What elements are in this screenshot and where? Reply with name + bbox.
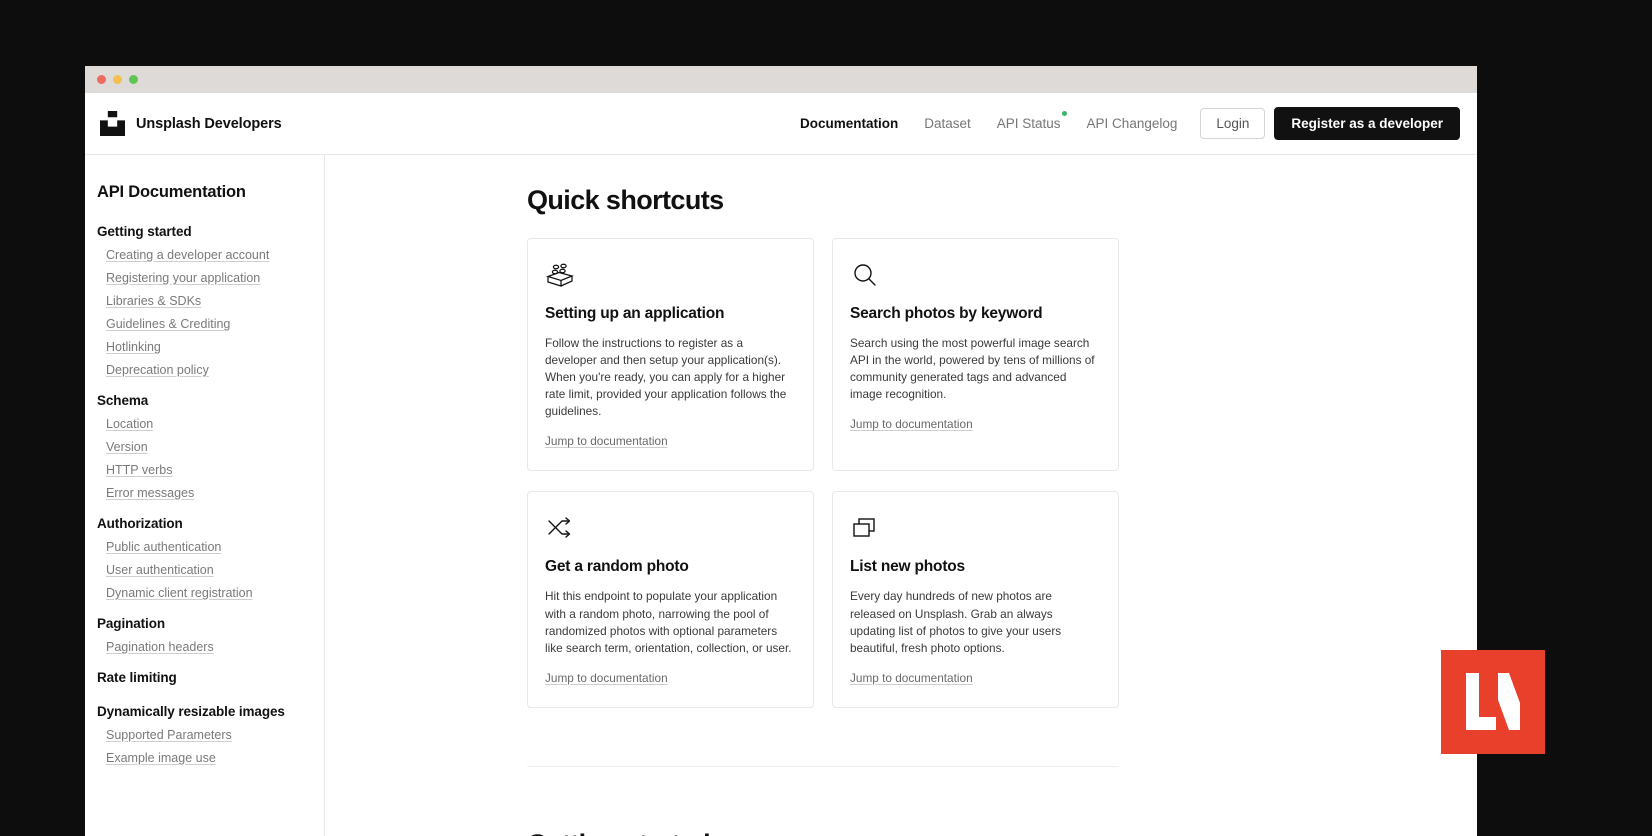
nav-item-dataset[interactable]: Dataset	[911, 116, 984, 131]
sidebar-group-title: Rate limiting	[97, 670, 177, 685]
card-description: Search using the most powerful image sea…	[850, 336, 1095, 402]
screen: Unsplash Developers Documentation Datase…	[0, 0, 1652, 836]
sidebar-link-example-image-use[interactable]: Example image use	[106, 751, 324, 765]
stacked-photos-icon	[850, 514, 1099, 544]
register-as-developer-button[interactable]: Register as a developer	[1274, 107, 1460, 140]
window-titlebar	[85, 66, 1477, 93]
card-list-new-photos[interactable]: List new photos Every day hundreds of ne…	[832, 491, 1119, 708]
jump-to-documentation-link[interactable]: Jump to documentation	[545, 434, 668, 448]
sidebar-link-dynamic-client-registration[interactable]: Dynamic client registration	[106, 586, 324, 600]
shuffle-icon	[545, 514, 794, 544]
sidebar-link-version[interactable]: Version	[106, 440, 324, 454]
sidebar-group-title: Getting started	[97, 224, 192, 239]
site-header: Unsplash Developers Documentation Datase…	[85, 93, 1477, 155]
sidebar-group-getting-started: Getting started Creating a developer acc…	[97, 224, 324, 377]
sidebar-link-supported-parameters[interactable]: Supported Parameters	[106, 728, 324, 742]
sidebar-link-hotlinking[interactable]: Hotlinking	[106, 340, 324, 354]
card-setting-up-an-application[interactable]: Setting up an application Follow the ins…	[527, 238, 814, 472]
sidebar-link-registering-your-application[interactable]: Registering your application	[106, 271, 324, 285]
sidebar-group-pagination: Pagination Pagination headers	[97, 616, 324, 654]
brand-logo[interactable]: Unsplash Developers	[100, 111, 282, 136]
section-title-getting-started: Getting started	[527, 829, 1119, 836]
jump-to-documentation-link[interactable]: Jump to documentation	[545, 671, 668, 685]
card-search-photos-by-keyword[interactable]: Search photos by keyword Search using th…	[832, 238, 1119, 472]
page-title: Quick shortcuts	[527, 185, 724, 215]
sidebar-link-libraries-and-sdks[interactable]: Libraries & SDKs	[106, 294, 324, 308]
sidebar-link-guidelines-and-crediting[interactable]: Guidelines & Crediting	[106, 317, 324, 331]
status-dot-icon	[1061, 111, 1067, 116]
sidebar-group-dynamically-resizable-images: Dynamically resizable images Supported P…	[97, 704, 324, 765]
nav-item-api-status[interactable]: API Status	[984, 111, 1074, 131]
page-content: API Documentation Getting started Creati…	[85, 155, 1477, 836]
sidebar-link-deprecation-policy[interactable]: Deprecation policy	[106, 363, 324, 377]
jump-to-documentation-link[interactable]: Jump to documentation	[850, 417, 973, 431]
sidebar-group-schema: Schema Location Version HTTP verbs Error…	[97, 393, 324, 500]
sidebar-link-public-authentication[interactable]: Public authentication	[106, 540, 324, 554]
maximize-window-button[interactable]	[129, 75, 138, 84]
sidebar-group-authorization: Authorization Public authentication User…	[97, 516, 324, 600]
login-button[interactable]: Login	[1200, 108, 1266, 139]
sidebar: API Documentation Getting started Creati…	[85, 155, 325, 836]
sidebar-link-http-verbs[interactable]: HTTP verbs	[106, 463, 324, 477]
sidebar-link-creating-a-developer-account[interactable]: Creating a developer account	[106, 248, 324, 262]
sidebar-title: API Documentation	[97, 183, 246, 201]
card-title: Setting up an application	[545, 305, 725, 322]
ln-monogram-icon	[1466, 673, 1520, 730]
unsplash-logo-icon	[100, 111, 125, 136]
traffic-lights	[97, 75, 138, 84]
main-column: Quick shortcuts Setting up an applicatio…	[325, 155, 1477, 836]
brand-name: Unsplash Developers	[136, 115, 282, 132]
sidebar-group-title: Schema	[97, 393, 149, 408]
card-description: Every day hundreds of new photos are rel…	[850, 589, 1062, 655]
sidebar-link-pagination-headers[interactable]: Pagination headers	[106, 640, 324, 654]
nav-item-documentation[interactable]: Documentation	[787, 116, 911, 131]
nav-item-api-changelog[interactable]: API Changelog	[1074, 116, 1191, 131]
card-description: Hit this endpoint to populate your appli…	[545, 589, 792, 655]
minimize-window-button[interactable]	[113, 75, 122, 84]
main-nav: Documentation Dataset API Status API Cha…	[787, 107, 1460, 140]
sidebar-group-rate-limiting: Rate limiting	[97, 670, 324, 685]
card-title: Get a random photo	[545, 558, 689, 576]
ln-watermark-badge	[1441, 650, 1545, 754]
magnifying-glass-icon	[850, 261, 1099, 291]
sidebar-link-user-authentication[interactable]: User authentication	[106, 563, 324, 577]
section-divider	[527, 765, 1119, 767]
sidebar-link-location[interactable]: Location	[106, 417, 324, 431]
card-title: Search photos by keyword	[850, 305, 1043, 322]
jump-to-documentation-link[interactable]: Jump to documentation	[850, 671, 973, 685]
sidebar-group-title: Authorization	[97, 516, 183, 531]
lego-brick-icon	[545, 261, 794, 291]
nav-item-api-status-label: API Status	[996, 116, 1061, 131]
card-get-a-random-photo[interactable]: Get a random photo Hit this endpoint to …	[527, 491, 814, 708]
browser-window: Unsplash Developers Documentation Datase…	[85, 66, 1477, 836]
card-description: Follow the instructions to register as a…	[545, 336, 787, 419]
sidebar-group-title: Dynamically resizable images	[97, 704, 285, 719]
card-title: List new photos	[850, 558, 965, 576]
close-window-button[interactable]	[97, 75, 106, 84]
sidebar-group-title: Pagination	[97, 616, 166, 631]
sidebar-link-error-messages[interactable]: Error messages	[106, 486, 324, 500]
quick-shortcuts-grid: Setting up an application Follow the ins…	[527, 238, 1119, 708]
